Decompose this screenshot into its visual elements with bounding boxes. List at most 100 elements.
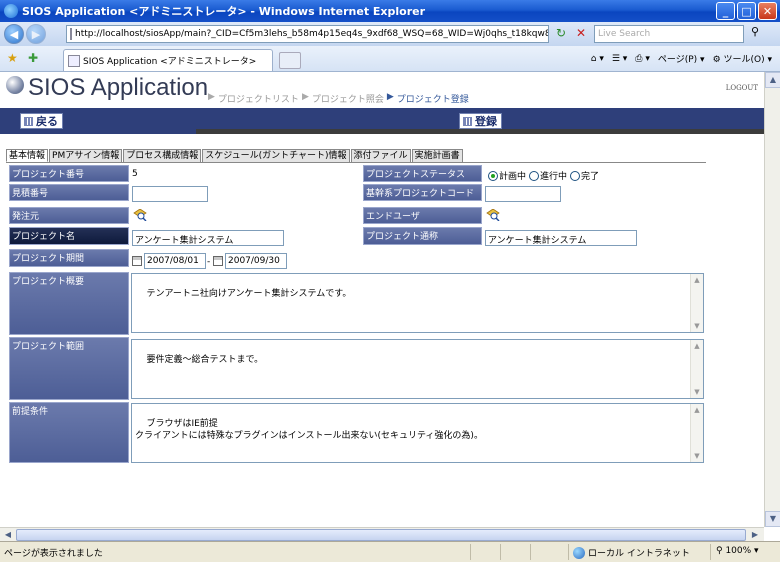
project-period-label: プロジェクト期間 (9, 249, 129, 267)
search-icon[interactable]: ⚲ (746, 25, 764, 43)
back-button-label: 戻る (36, 115, 58, 128)
status-message: ページが表示されました (4, 549, 103, 559)
core-code-label: 基幹系プロジェクトコード (363, 184, 482, 201)
action-bar-shadow (196, 129, 764, 134)
section-tabs: 基本情報 PMアサイン情報 プロセス構成情報 スケジュール(ガントチャート)情報… (6, 149, 464, 162)
search-input[interactable]: Live Search (594, 25, 744, 43)
print-icon[interactable]: ⎙ ▾ (635, 54, 650, 64)
overview-scrollbar[interactable]: ▲ ▼ (690, 274, 703, 332)
page-vertical-scrollbar[interactable]: ▲ ▼ (764, 72, 780, 527)
new-tab-button[interactable] (279, 52, 301, 69)
status-radio-group: 計画中 進行中 完了 (488, 169, 599, 182)
start-date-calendar-icon[interactable] (132, 256, 142, 266)
stop-icon[interactable]: ✕ (573, 26, 589, 42)
register-button-label: 登録 (475, 115, 497, 128)
core-code-input[interactable] (485, 186, 561, 202)
scroll-left-arrow[interactable]: ◀ (1, 528, 15, 542)
status-radio-in-progress[interactable] (529, 170, 540, 181)
breadcrumb-project-inquiry[interactable]: プロジェクト照会 (312, 92, 384, 105)
close-button[interactable]: ✕ (758, 2, 777, 20)
tab-process-config[interactable]: プロセス構成情報 (123, 149, 202, 162)
feeds-icon[interactable]: ☰ ▾ (612, 54, 627, 64)
zone-label: ローカル イントラネット (588, 549, 690, 559)
client-label: 発注元 (9, 207, 129, 224)
project-number-value: 5 (132, 169, 138, 179)
end-user-label: エンドユーザ (363, 207, 482, 224)
breadcrumb-arrow-icon: ▶ (208, 92, 215, 102)
back-nav-button[interactable]: ◀ (4, 24, 24, 44)
status-divider (530, 544, 531, 560)
address-bar[interactable]: http://localhost/siosApp/main?_CID=Cf5m3… (66, 25, 549, 43)
preconditions-textarea[interactable]: ブラウザはIE前提 クライアントには特殊なプラグインはインストール出来ない(セキ… (131, 403, 704, 463)
status-radio-planning[interactable] (488, 170, 498, 181)
client-lookup-icon[interactable] (133, 209, 147, 221)
scroll-down-arrow[interactable]: ▼ (765, 511, 780, 527)
project-name-label: プロジェクト名 (9, 227, 129, 245)
status-radio-complete[interactable] (570, 170, 581, 181)
register-button[interactable]: 登録 (459, 113, 502, 129)
browser-tab-row: ★ ✚ SIOS Application <アドミニストレータ> ⌂ ▾ ☰ ▾… (0, 46, 780, 72)
scope-scrollbar[interactable]: ▲ ▼ (690, 340, 703, 398)
minimize-button[interactable]: _ (716, 2, 735, 20)
address-toolbar: ◀ ▶ http://localhost/siosApp/main?_CID=C… (0, 22, 780, 46)
zoom-level: 100% (725, 546, 752, 556)
status-divider (710, 544, 711, 560)
page-horizontal-scrollbar[interactable]: ◀ ▶ (0, 527, 764, 541)
refresh-icon[interactable]: ↻ (553, 26, 569, 42)
estimate-number-label: 見積番号 (9, 184, 129, 201)
page-icon (70, 28, 72, 40)
ie-icon (4, 4, 18, 18)
status-divider (500, 544, 501, 560)
window-title-bar: SIOS Application <アドミニストレータ> - Windows I… (0, 0, 780, 22)
browser-tab[interactable]: SIOS Application <アドミニストレータ> (63, 49, 273, 71)
add-favorites-icon[interactable]: ✚ (28, 51, 38, 65)
logout-link[interactable]: LOGOUT (726, 84, 758, 92)
project-name-input[interactable]: アンケート集計システム (132, 230, 284, 246)
period-start-input[interactable]: 2007/08/01 (144, 253, 206, 269)
tab-basic-info[interactable]: 基本情報 (6, 149, 49, 162)
favorites-star-icon[interactable]: ★ (7, 51, 18, 65)
status-option-in-progress: 進行中 (540, 172, 568, 182)
overview-textarea[interactable]: テンアートニ社向けアンケート集計システムです。 ▲ ▼ (131, 273, 704, 333)
page-content: SIOS Application ▶ プロジェクトリスト ▶ プロジェクト照会 … (0, 72, 764, 527)
tools-menu-label: ツール(O) (723, 55, 765, 65)
scroll-right-arrow[interactable]: ▶ (748, 528, 762, 542)
overview-text: テンアートニ社向けアンケート集計システムです。 (146, 289, 352, 299)
end-user-lookup-icon[interactable] (486, 209, 500, 221)
tab-attachments[interactable]: 添付ファイル (350, 149, 411, 162)
breadcrumb-project-register: プロジェクト登録 (396, 95, 469, 105)
scope-textarea[interactable]: 要件定義～総合テストまで。 ▲ ▼ (131, 339, 704, 399)
tab-schedule[interactable]: スケジュール(ガントチャート)情報 (202, 149, 350, 162)
preconditions-scrollbar[interactable]: ▲ ▼ (690, 404, 703, 462)
status-option-complete: 完了 (581, 172, 600, 182)
tab-divider (6, 162, 706, 163)
tab-pm-assign[interactable]: PMアサイン情報 (49, 149, 123, 162)
project-alias-label: プロジェクト通称 (363, 227, 482, 245)
preconditions-text: ブラウザはIE前提 クライアントには特殊なプラグインはインストール出来ない(セキ… (135, 419, 483, 441)
page-menu[interactable]: ページ(P) ▾ (658, 52, 705, 65)
status-divider (470, 544, 471, 560)
breadcrumb: ▶ プロジェクトリスト ▶ プロジェクト照会 ▶ プロジェクト登録 (208, 92, 469, 105)
end-date-calendar-icon[interactable] (213, 256, 223, 266)
back-button[interactable]: 戻る (20, 113, 63, 129)
tools-menu[interactable]: ⚙ ツール(O) ▾ (713, 52, 772, 65)
status-bar: ページが表示されました ローカル イントラネット ⚲ 100% ▾ (0, 541, 780, 562)
preconditions-label: 前提条件 (9, 402, 129, 463)
zoom-control[interactable]: ⚲ 100% ▾ (716, 546, 759, 556)
action-bar-base (0, 129, 196, 134)
app-logo-icon (6, 76, 24, 94)
period-end-input[interactable]: 2007/09/30 (225, 253, 287, 269)
breadcrumb-project-list[interactable]: プロジェクトリスト (218, 92, 299, 105)
tab-implementation-plan[interactable]: 実施計画書 (411, 149, 463, 162)
scroll-up-arrow[interactable]: ▲ (765, 72, 780, 88)
home-icon[interactable]: ⌂ ▾ (591, 54, 604, 64)
tab-page-icon (68, 54, 80, 67)
status-option-planning: 計画中 (499, 172, 527, 182)
horizontal-scroll-thumb[interactable] (16, 529, 746, 541)
project-alias-input[interactable]: アンケート集計システム (485, 230, 637, 246)
maximize-button[interactable]: □ (737, 2, 756, 20)
forward-nav-button[interactable]: ▶ (26, 24, 46, 44)
register-button-icon (463, 116, 472, 126)
estimate-number-input[interactable] (132, 186, 208, 202)
overview-label: プロジェクト概要 (9, 272, 129, 335)
